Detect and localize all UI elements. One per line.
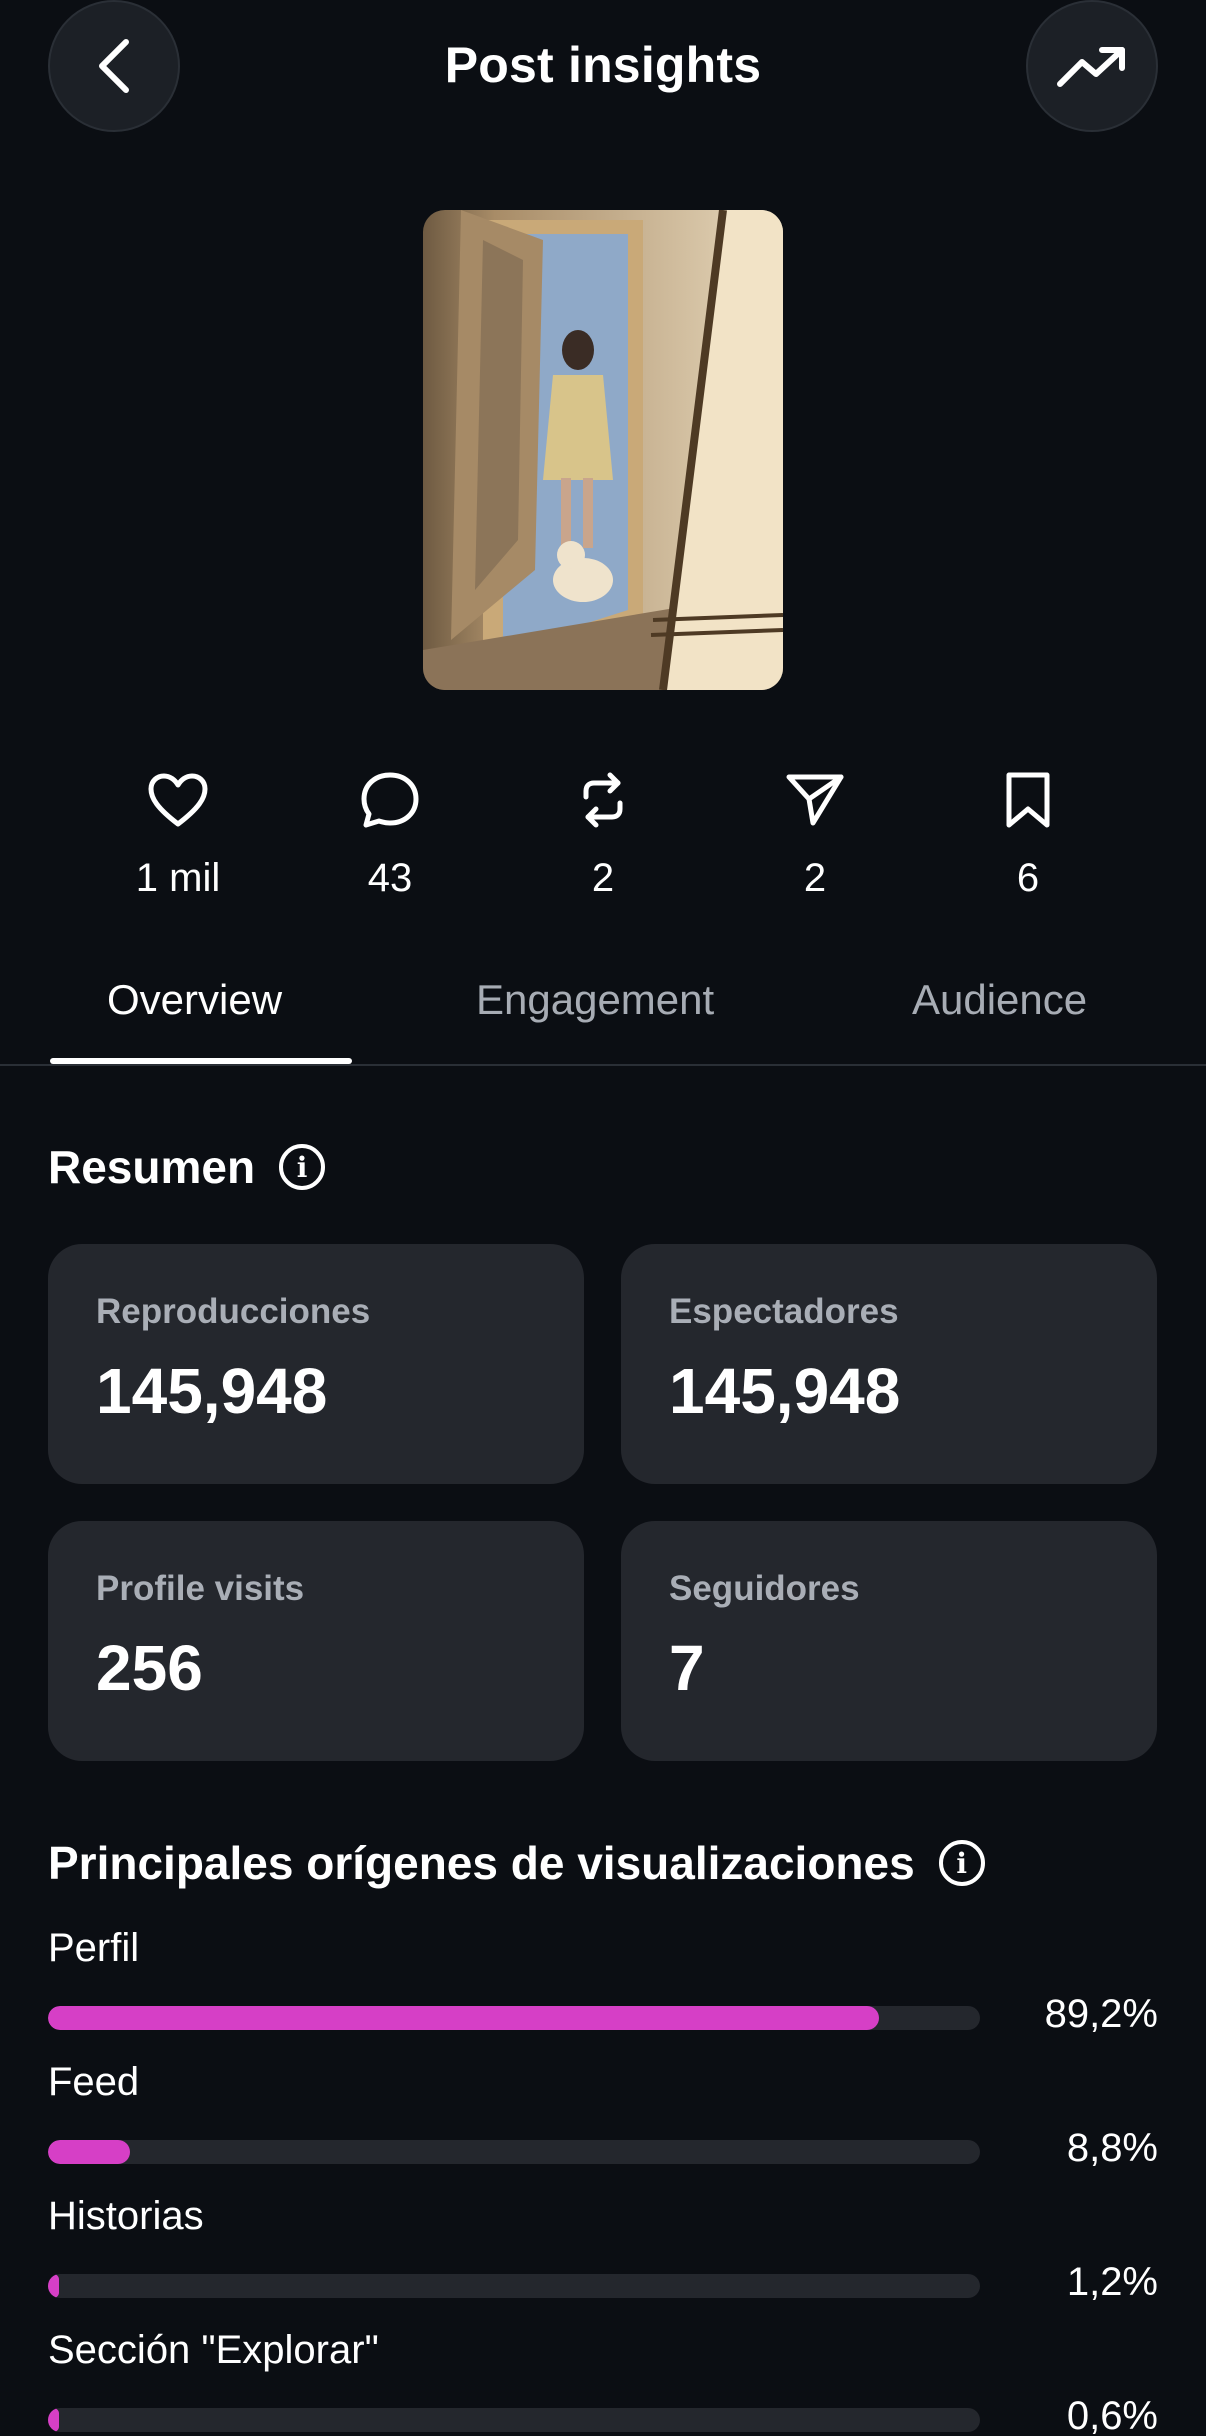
send-icon	[786, 774, 844, 826]
sources-section-title: Principales orígenes de visualizaciones …	[48, 1836, 985, 1890]
trend-button[interactable]	[1026, 0, 1158, 132]
post-thumbnail[interactable]	[423, 210, 783, 690]
source-percent: 89,2%	[1044, 1992, 1158, 2036]
insights-tabs: Overview Engagement Audience	[0, 960, 1206, 1066]
heart-icon	[148, 773, 208, 827]
source-percent: 0,6%	[1066, 2394, 1158, 2436]
bookmark-icon	[1006, 772, 1050, 828]
source-bar-track	[48, 2274, 980, 2298]
source-row-perfil: Perfil 89,2%	[48, 1926, 1158, 2060]
source-row-historias: Historias 1,2%	[48, 2194, 1158, 2328]
sources-title: Principales orígenes de visualizaciones	[48, 1837, 915, 1889]
trending-up-icon	[1057, 47, 1125, 87]
post-insights-screen: Post insights 1 mil 43 2 2 6 Overview En…	[0, 0, 1206, 2436]
metric-value: 256	[96, 1632, 203, 1704]
repost-icon	[583, 772, 623, 828]
saves-stat[interactable]: 6	[948, 760, 1108, 901]
saves-count: 6	[1016, 856, 1040, 900]
source-bar-track	[48, 2006, 980, 2030]
source-bar-track	[48, 2140, 980, 2164]
tab-audience[interactable]: Audience	[912, 976, 1087, 1024]
comment-icon	[361, 772, 419, 828]
tab-engagement[interactable]: Engagement	[476, 976, 714, 1024]
active-tab-indicator	[50, 1058, 352, 1064]
source-name: Historias	[48, 2194, 204, 2238]
source-percent: 1,2%	[1066, 2260, 1158, 2304]
metric-card-seguidores: Seguidores 7	[621, 1521, 1157, 1761]
source-bar-track	[48, 2408, 980, 2432]
comments-stat[interactable]: 43	[310, 760, 470, 901]
source-name: Feed	[48, 2060, 140, 2104]
source-bar-fill	[48, 2274, 60, 2298]
shares-stat[interactable]: 2	[735, 760, 895, 901]
tab-overview[interactable]: Overview	[107, 976, 282, 1024]
source-bar-fill	[48, 2006, 880, 2030]
source-name: Perfil	[48, 1926, 140, 1970]
metric-card-profile-visits: Profile visits 256	[48, 1521, 584, 1761]
comments-count: 43	[367, 856, 413, 900]
shares-count: 2	[803, 856, 827, 900]
metric-value: 7	[669, 1632, 705, 1704]
info-icon[interactable]: i	[938, 1840, 985, 1886]
metric-card-espectadores: Espectadores 145,948	[621, 1244, 1157, 1484]
post-photo-image	[423, 210, 783, 690]
source-bar-fill	[48, 2140, 131, 2164]
metric-label: Reproducciones	[96, 1292, 371, 1331]
metric-label: Seguidores	[669, 1569, 860, 1608]
likes-count: 1 mil	[135, 856, 221, 900]
header: Post insights	[0, 0, 1206, 140]
metric-value: 145,948	[96, 1355, 328, 1427]
info-icon[interactable]: i	[279, 1144, 326, 1190]
metric-label: Profile visits	[96, 1569, 305, 1608]
reposts-stat[interactable]: 2	[523, 760, 683, 901]
summary-title: Resumen	[48, 1141, 256, 1193]
metric-value: 145,948	[669, 1355, 901, 1427]
source-percent: 8,8%	[1066, 2126, 1158, 2170]
source-bar-fill	[48, 2408, 60, 2432]
reposts-count: 2	[591, 856, 615, 900]
post-stats-row: 1 mil 43 2 2 6	[0, 760, 1206, 910]
summary-section-title: Resumen i	[48, 1140, 326, 1194]
source-row-feed: Feed 8,8%	[48, 2060, 1158, 2194]
metric-card-reproducciones: Reproducciones 145,948	[48, 1244, 584, 1484]
source-name: Sección "Explorar"	[48, 2328, 379, 2372]
likes-stat[interactable]: 1 mil	[98, 760, 258, 901]
source-row-explorar: Sección "Explorar" 0,6%	[48, 2328, 1158, 2436]
metric-label: Espectadores	[669, 1292, 899, 1331]
